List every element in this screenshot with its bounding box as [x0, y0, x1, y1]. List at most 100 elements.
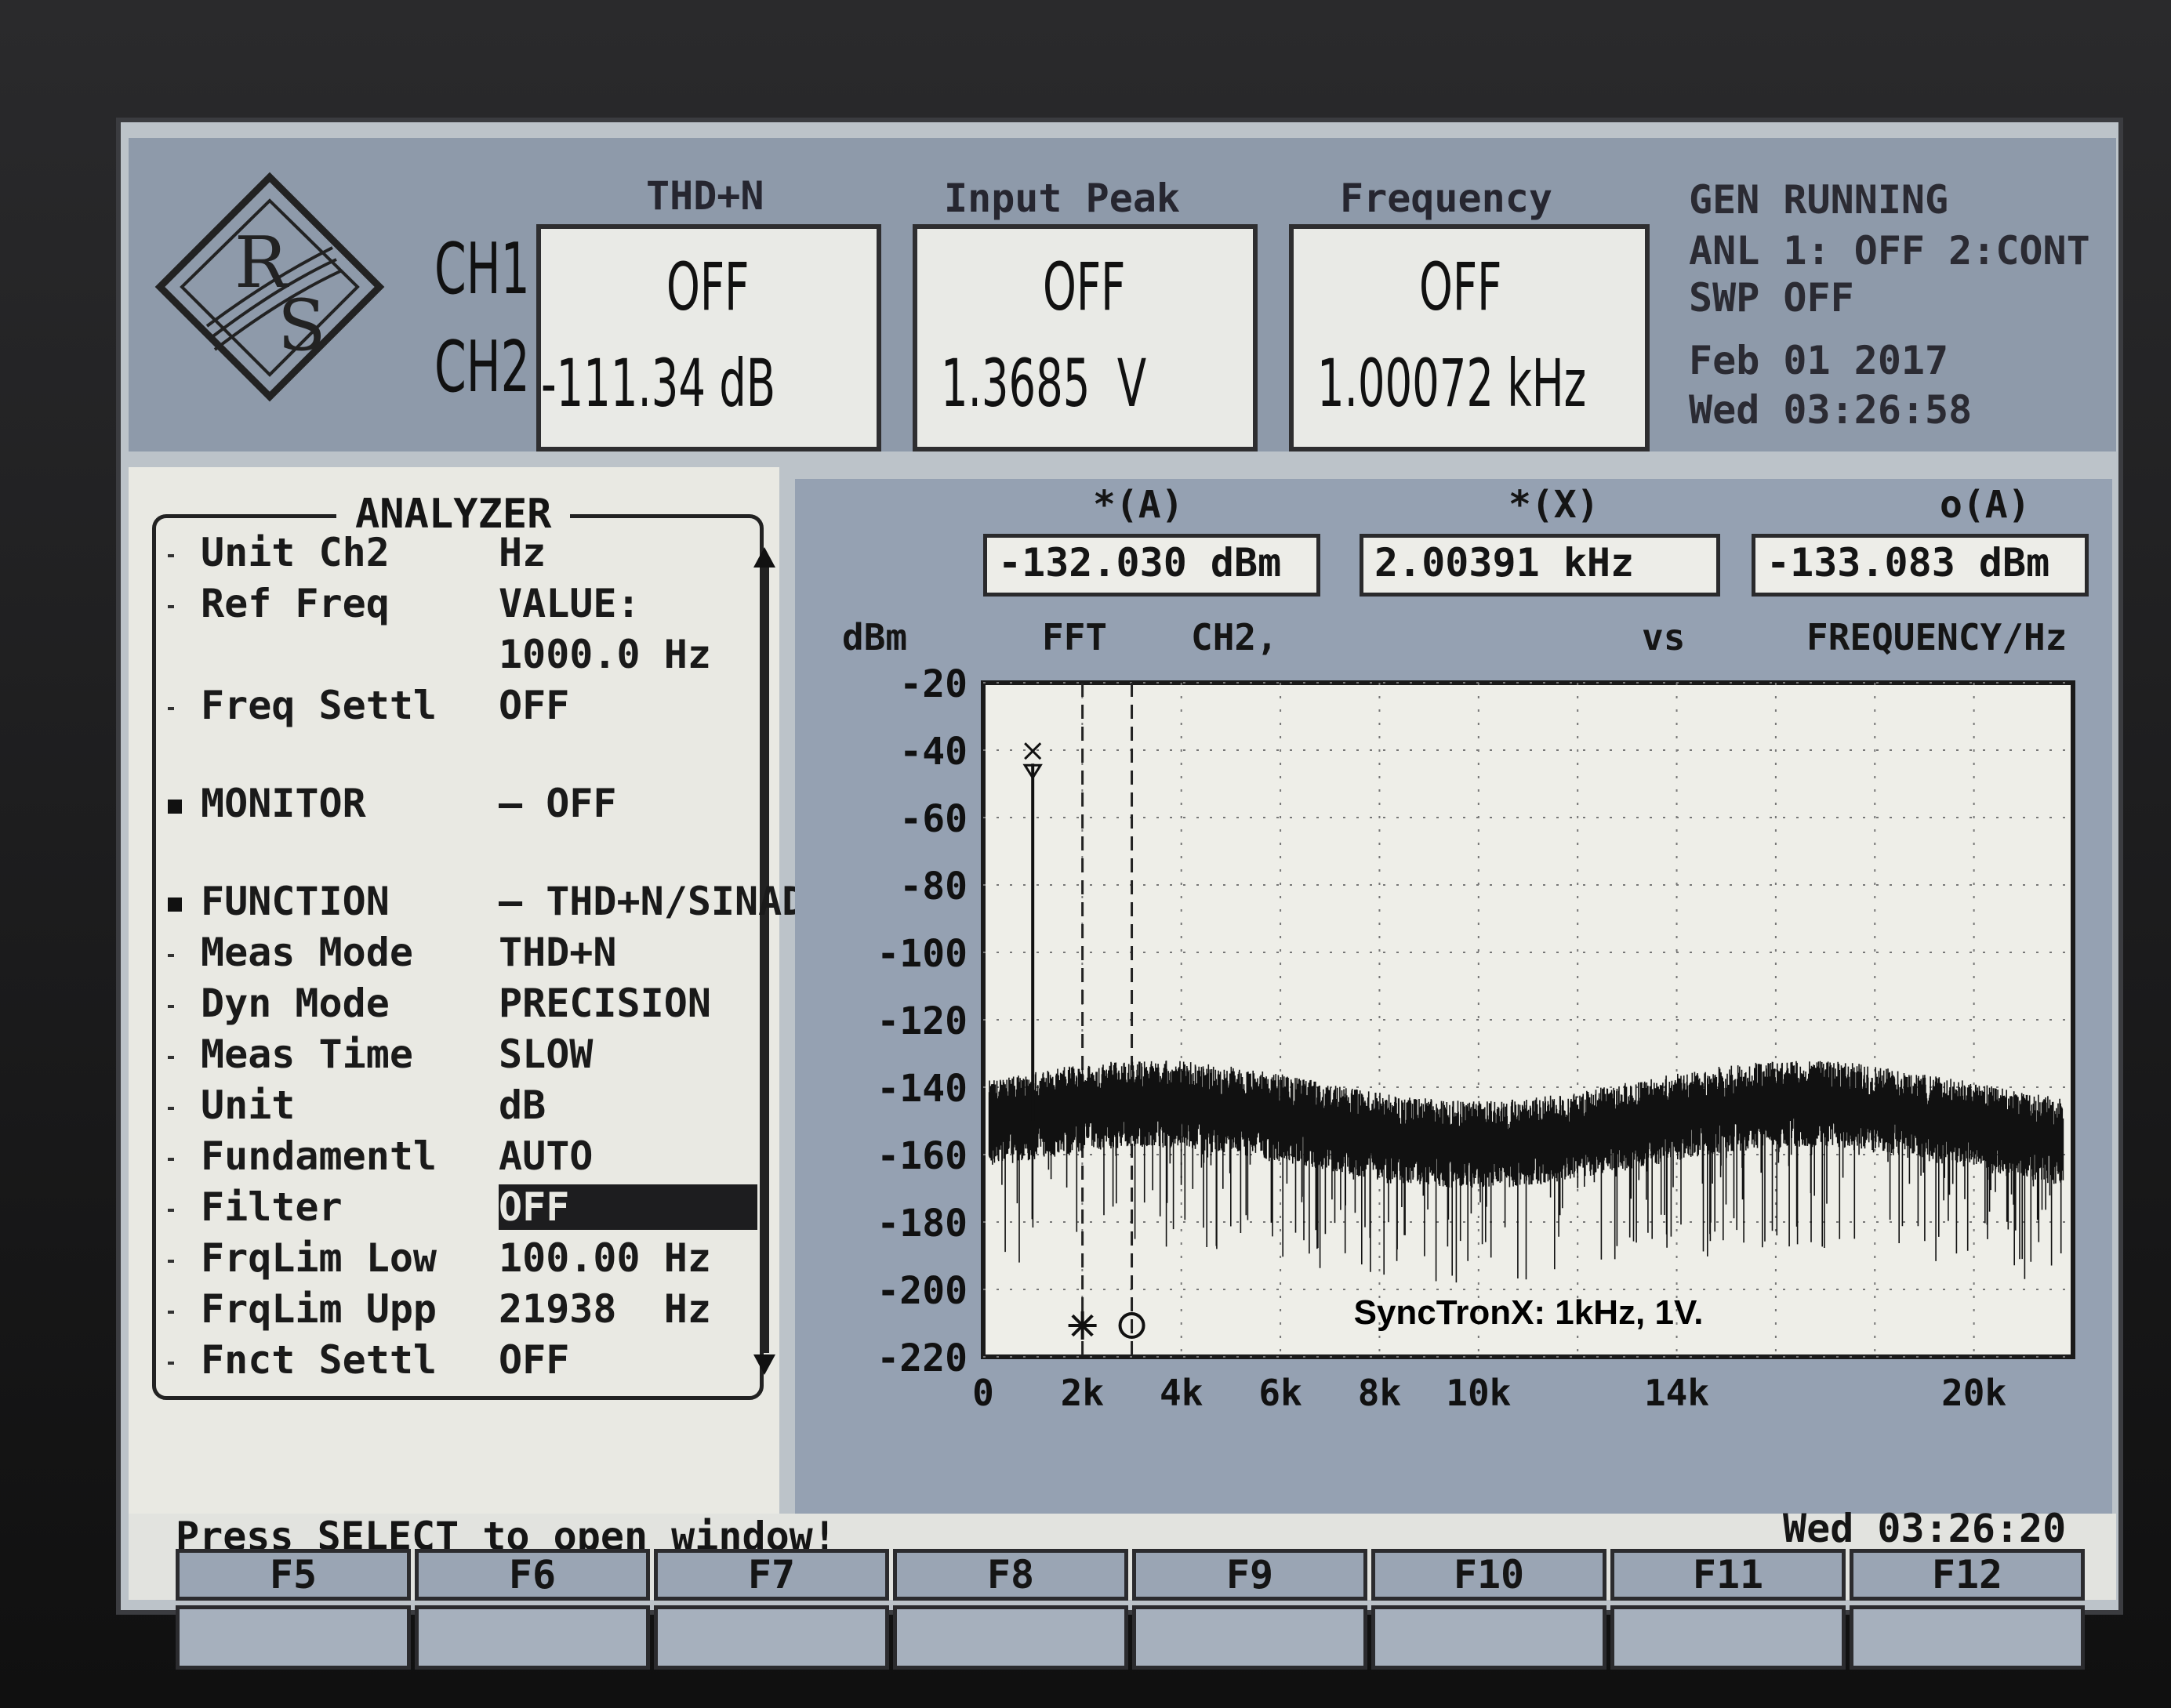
item-bullet-icon — [168, 1310, 174, 1314]
analyzer-setting-row[interactable]: FUNCTION — THD+N/SINAD — [168, 879, 805, 924]
analyzer-setting-row[interactable]: FrqLim Upp 21938 Hz — [168, 1286, 711, 1332]
analyzer-setting-row[interactable]: Meas Time SLOW — [168, 1032, 593, 1077]
y-tick-label: -140 — [877, 1067, 968, 1111]
y-tick-label: -20 — [899, 662, 968, 706]
setting-value[interactable]: VALUE: — [499, 581, 641, 626]
setting-label: FUNCTION — [201, 879, 390, 924]
setting-value[interactable]: SLOW — [499, 1032, 593, 1077]
input-peak-ch1-value: OFF — [1043, 248, 1126, 325]
y-tick-label: -180 — [877, 1202, 968, 1246]
time-display: Wed 03:26:58 — [1689, 387, 1973, 433]
setting-value[interactable]: 1000.0 Hz — [499, 632, 711, 677]
section-bullet-icon — [168, 897, 182, 912]
input-peak-header: Input Peak — [944, 176, 1181, 221]
setting-value[interactable]: OFF — [499, 683, 569, 728]
frequency-header: Frequency — [1340, 176, 1552, 221]
softkey-f5-button[interactable] — [176, 1605, 411, 1670]
softkey-f8-button[interactable] — [893, 1605, 1128, 1670]
analyzer-setting-row[interactable]: Unit Ch2 Hz — [168, 530, 546, 575]
y-tick-label: -100 — [877, 932, 968, 976]
analyzer-panel: ANALYZER Unit Ch2 Hz Ref Freq VALUE: 1000.0 … — [129, 467, 805, 1514]
setting-label: Unit — [201, 1082, 296, 1128]
thdn-ch2-value: -111.34 dB — [541, 345, 776, 422]
header-panel: R S CH1 CH2 THD+N Input Peak Frequency O… — [129, 138, 2116, 451]
frequency-readout: OFF 1.00072 kHz — [1289, 224, 1650, 451]
setting-label: Unit Ch2 — [201, 530, 390, 575]
y-tick-label: -80 — [899, 865, 968, 908]
analyzer-setting-row[interactable]: Filter OFF — [168, 1184, 757, 1230]
y-tick-label: -60 — [899, 797, 968, 841]
sweep-status: SWP OFF — [1689, 275, 1854, 321]
setting-value[interactable]: dB — [499, 1082, 546, 1128]
softkey-f10-label: F10 — [1371, 1549, 1606, 1601]
x-tick-label: 20k — [1941, 1372, 2006, 1414]
setting-value[interactable]: PRECISION — [499, 981, 711, 1026]
setting-value[interactable]: — OFF — [499, 781, 617, 826]
anl-status: ANL 1: OFF 2:CONT — [1689, 228, 2090, 274]
gen-status: GEN RUNNING — [1689, 177, 1949, 223]
analyzer-setting-row[interactable]: MONITOR — OFF — [168, 781, 617, 826]
setting-value[interactable]: — THD+N/SINAD — [499, 879, 805, 924]
input-peak-ch2-value: 1.3685 V — [941, 345, 1147, 422]
item-bullet-icon — [168, 1106, 174, 1110]
softkey-f12-button[interactable] — [1850, 1605, 2085, 1670]
setting-label: Dyn Mode — [201, 981, 390, 1026]
analyzer-setting-row[interactable]: FrqLim Low 100.00 Hz — [168, 1235, 711, 1281]
item-bullet-icon — [168, 1361, 174, 1365]
softkey-f7-label: F7 — [654, 1549, 889, 1601]
analyzer-setting-row[interactable]: Ref Freq VALUE: — [168, 581, 641, 626]
setting-value[interactable]: OFF — [499, 1184, 757, 1230]
fft-chart: -20 -40 -60 -80 -100 -120 -140 -160 -180 -200 -220… — [877, 662, 2075, 1414]
x-tick-label: 0 — [972, 1372, 994, 1414]
graph-panel: *(A) *(X) o(A) -132.030 dBm 2.00391 kHz … — [795, 479, 2112, 1514]
analyzer-setting-row[interactable]: Meas Mode THD+N — [168, 930, 617, 975]
setting-value[interactable]: AUTO — [499, 1133, 593, 1179]
ch1-label: CH1 — [434, 228, 530, 310]
item-bullet-icon — [168, 706, 174, 710]
softkey-f10-button[interactable] — [1371, 1605, 1606, 1670]
ch2-label: CH2 — [434, 326, 530, 408]
setting-value[interactable]: Hz — [499, 530, 546, 575]
y-tick-label: -220 — [877, 1336, 968, 1380]
item-bullet-icon — [168, 1259, 174, 1263]
analyzer-setting-row[interactable]: Unit dB — [168, 1082, 546, 1128]
softkey-f7-button[interactable] — [654, 1605, 889, 1670]
frequency-ch2-value: 1.00072 kHz — [1317, 345, 1587, 422]
item-bullet-icon — [168, 553, 174, 557]
analyzer-setting-row[interactable]: 1000.0 Hz — [168, 632, 711, 677]
analyzer-settings-list: Unit Ch2 Hz Ref Freq VALUE: 1000.0 Hz Freq Se… — [168, 530, 805, 1392]
softkey-f6-label: F6 — [415, 1549, 650, 1601]
analyzer-setting-row[interactable]: Fnct Settl OFF — [168, 1337, 569, 1383]
analyzer-setting-row[interactable]: Dyn Mode PRECISION — [168, 981, 711, 1026]
date-display: Feb 01 2017 — [1689, 338, 1949, 383]
softkey-f11-button[interactable] — [1610, 1605, 1846, 1670]
x-tick-label: 4k — [1160, 1372, 1203, 1414]
setting-label: Ref Freq — [201, 581, 390, 626]
thdn-readout: OFF -111.34 dB — [536, 224, 881, 451]
softkey-f11-label: F11 — [1610, 1549, 1846, 1601]
softkey-f6-button[interactable] — [415, 1605, 650, 1670]
setting-value[interactable]: OFF — [499, 1337, 569, 1383]
softkey-f12-label: F12 — [1850, 1549, 2085, 1601]
item-bullet-icon — [168, 604, 174, 608]
x-tick-label: 2k — [1061, 1372, 1104, 1414]
analyzer-setting-row[interactable]: Freq Settl OFF — [168, 683, 569, 728]
y-tick-label: -160 — [877, 1134, 968, 1178]
x-tick-label: 8k — [1358, 1372, 1401, 1414]
softkey-f9-button[interactable] — [1132, 1605, 1367, 1670]
softkey-f8-label: F8 — [893, 1549, 1128, 1601]
x-tick-label: 10k — [1446, 1372, 1511, 1414]
setting-label: Filter — [201, 1184, 343, 1230]
setting-value[interactable]: 100.00 Hz — [499, 1235, 711, 1281]
setting-label: Fundamentl — [201, 1133, 437, 1179]
softkey-f9-label: F9 — [1132, 1549, 1367, 1601]
analyzer-setting-row[interactable]: Fundamentl AUTO — [168, 1133, 593, 1179]
setting-value[interactable]: THD+N — [499, 930, 617, 975]
frequency-ch1-value: OFF — [1419, 248, 1502, 325]
setting-label: FrqLim Upp — [201, 1286, 437, 1332]
thdn-ch1-value: OFF — [666, 248, 750, 325]
status-time: Wed 03:26:20 — [1783, 1506, 2067, 1551]
setting-value[interactable]: 21938 Hz — [499, 1286, 711, 1332]
setting-label: MONITOR — [201, 781, 366, 826]
item-bullet-icon — [168, 1208, 174, 1212]
